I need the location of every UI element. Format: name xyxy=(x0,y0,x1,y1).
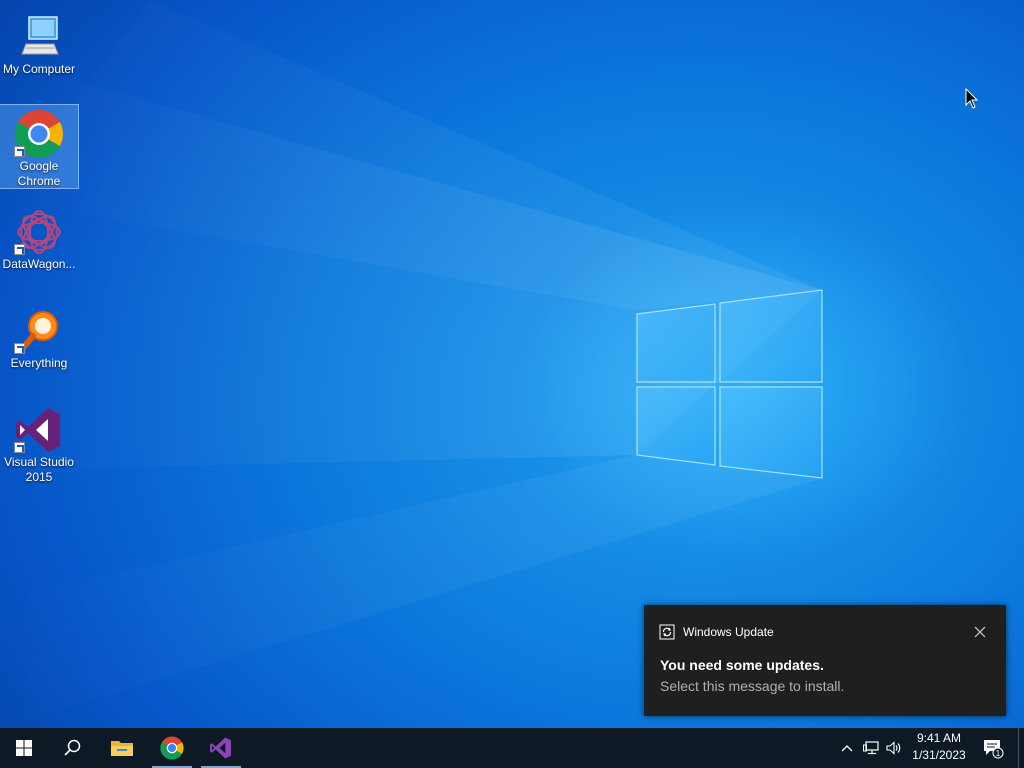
windows-update-icon xyxy=(659,624,675,640)
chevron-up-icon xyxy=(841,745,853,752)
network-icon xyxy=(863,741,879,755)
visual-studio-icon xyxy=(209,737,232,759)
desktop-icon-datawagon[interactable]: DataWagon... xyxy=(0,203,78,273)
close-icon[interactable] xyxy=(972,624,988,640)
desktop-icon-visual-studio[interactable]: Visual Studio 2015 xyxy=(0,401,78,486)
file-explorer-icon xyxy=(111,741,133,756)
action-center-button[interactable]: 1 xyxy=(980,728,1006,768)
clock-date: 1/31/2023 xyxy=(912,748,966,762)
search-icon xyxy=(64,739,81,756)
notification-header: Windows Update xyxy=(659,624,774,640)
visual-studio-icon xyxy=(14,405,64,455)
network-tray-button[interactable] xyxy=(861,728,881,768)
taskbar: 9:41 AM 1/31/2023 1 xyxy=(0,728,1024,768)
desktop-icon-my-computer[interactable]: My Computer xyxy=(0,8,78,76)
show-hidden-icons-button[interactable] xyxy=(838,728,856,768)
chrome-icon xyxy=(160,736,184,760)
notification-app-name: Windows Update xyxy=(683,625,774,639)
desktop-icon-label: Everything xyxy=(10,356,68,370)
shortcut-arrow-icon xyxy=(14,244,25,255)
computer-icon xyxy=(14,12,64,62)
notification-count-badge: 1 xyxy=(996,749,1001,758)
desktop-icon-label: Visual Studio 2015 xyxy=(4,455,74,484)
taskbar-chrome[interactable] xyxy=(148,728,196,768)
start-icon xyxy=(16,740,32,756)
everything-search-icon xyxy=(14,306,64,356)
notification-body: Select this message to install. xyxy=(660,678,845,694)
shortcut-arrow-icon xyxy=(14,146,25,157)
taskbar-clock[interactable]: 9:41 AM 1/31/2023 xyxy=(908,730,970,764)
desktop-icon-label: DataWagon... xyxy=(2,257,76,271)
show-desktop-button[interactable] xyxy=(1018,728,1024,768)
taskbar-file-explorer[interactable] xyxy=(98,728,146,768)
start-button[interactable] xyxy=(0,728,48,768)
desktop-icon-everything[interactable]: Everything xyxy=(0,302,78,372)
clock-time: 9:41 AM xyxy=(916,731,962,745)
desktop-icon-label: My Computer xyxy=(2,62,76,76)
search-button[interactable] xyxy=(48,728,96,768)
taskbar-visual-studio[interactable] xyxy=(197,728,245,768)
volume-tray-button[interactable] xyxy=(884,728,904,768)
notification-title: You need some updates. xyxy=(660,657,824,673)
datawagon-icon xyxy=(14,207,64,257)
notification-toast[interactable]: Windows Update You need some updates. Se… xyxy=(644,605,1006,716)
desktop-icon-google-chrome[interactable]: Google Chrome xyxy=(0,104,79,189)
volume-icon xyxy=(886,741,901,755)
mouse-cursor-icon xyxy=(965,88,979,109)
shortcut-arrow-icon xyxy=(14,343,25,354)
desktop-icon-label: Google Chrome xyxy=(17,159,61,188)
shortcut-arrow-icon xyxy=(14,442,25,453)
desktop[interactable]: My Computer Google Chrome DataWagon... E… xyxy=(0,0,1024,728)
action-center-icon: 1 xyxy=(984,740,1004,759)
chrome-icon xyxy=(14,109,64,159)
